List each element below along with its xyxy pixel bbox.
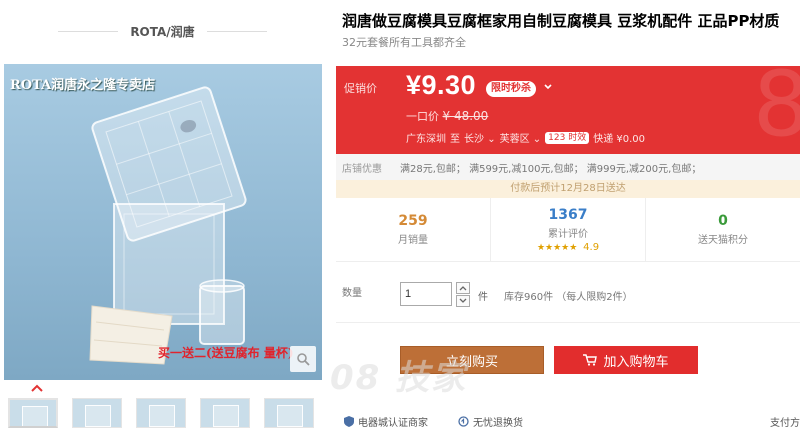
thumbnail-4[interactable] bbox=[200, 398, 250, 428]
add-to-cart-label: 加入购物车 bbox=[603, 354, 669, 370]
chevron-up-icon[interactable] bbox=[31, 384, 43, 392]
tofu-mold-illustration bbox=[89, 86, 247, 365]
thumbnail-image bbox=[277, 405, 303, 427]
certified-seller-label: 电器城认证商家 bbox=[358, 417, 428, 429]
product-subtitle: 32元套餐所有工具都齐全 bbox=[342, 36, 466, 49]
star-rating-icon: ★★★★★ bbox=[536, 242, 578, 253]
monthly-sales-stat: 259 月销量 bbox=[336, 198, 491, 261]
certified-seller[interactable]: 电器城认证商家 bbox=[344, 414, 428, 429]
original-price-label: 一口价 bbox=[406, 110, 439, 123]
rating: ★★★★★ 4.9 bbox=[537, 242, 599, 253]
divider-line bbox=[206, 30, 267, 32]
original-price: 一口价 ¥ 48.00 bbox=[406, 108, 488, 124]
quantity-input[interactable] bbox=[400, 282, 452, 306]
reviews-value: 1367 bbox=[548, 206, 588, 223]
rating-score: 4.9 bbox=[583, 241, 600, 253]
thumbnail-image bbox=[85, 405, 111, 427]
thumbnail-5[interactable] bbox=[264, 398, 314, 428]
divider bbox=[336, 322, 800, 323]
chevron-up-icon bbox=[459, 286, 467, 291]
shop-promo-label: 店铺优惠 bbox=[342, 163, 382, 175]
original-price-value: ¥ 48.00 bbox=[442, 109, 489, 123]
payment-methods[interactable]: 支付方 bbox=[770, 414, 800, 429]
points-label: 送天猫积分 bbox=[698, 235, 748, 246]
main-product-image[interactable]: ROTA润唐永之隆专卖店 买一送二(送豆腐布 量杯) bbox=[4, 64, 322, 380]
divider-line bbox=[58, 30, 119, 32]
district-value: 芙蓉区 bbox=[499, 134, 530, 145]
quantity-decrease-button[interactable] bbox=[456, 295, 470, 307]
promo-price-label: 促销价 bbox=[344, 82, 377, 95]
store-name[interactable]: ROTA/润唐 bbox=[130, 23, 194, 40]
flash-sale-badge[interactable]: 限时秒杀 bbox=[486, 81, 536, 97]
promo-price: ¥9.30 bbox=[406, 70, 477, 100]
monthly-sales-label: 月销量 bbox=[398, 235, 428, 246]
service-assurances: 电器城认证商家 无忧退换货 支付方 bbox=[344, 414, 800, 429]
product-info: 润唐做豆腐模具豆腐框家用自制豆腐模具 豆浆机配件 正品PP材质 32元套餐所有工… bbox=[336, 0, 800, 429]
quantity-label: 数量 bbox=[342, 288, 362, 299]
gift-promo-text: 买一送二(送豆腐布 量杯) bbox=[158, 346, 294, 360]
store-banner-text: ROTA润唐永之隆专卖店 bbox=[10, 78, 156, 93]
product-title: 润唐做豆腐模具豆腐框家用自制豆腐模具 豆浆机配件 正品PP材质 bbox=[342, 12, 780, 30]
quantity-unit: 件 bbox=[478, 292, 488, 303]
city-value: 长沙 bbox=[464, 134, 484, 145]
easy-return[interactable]: 无忧退换货 bbox=[458, 414, 523, 429]
shield-icon bbox=[344, 415, 354, 427]
thumbnail-3[interactable] bbox=[136, 398, 186, 428]
shop-promotions: 店铺优惠 满28元,包邮； 满599元,减100元,包邮； 满999元,减200… bbox=[336, 154, 800, 180]
shop-promo-text: 满28元,包邮； 满599元,减100元,包邮； 满999元,减200元,包邮； bbox=[400, 163, 702, 175]
city-select[interactable]: 长沙 ⌄ bbox=[464, 130, 496, 145]
price-panel: 8 促销价 ¥9.30 限时秒杀 一口价 ¥ 48.00 广东深圳 至 长沙 ⌄… bbox=[336, 66, 800, 154]
reviews-stat[interactable]: 1367 累计评价 ★★★★★ 4.9 bbox=[491, 198, 646, 261]
thumbnail-1[interactable] bbox=[8, 398, 58, 428]
reviews-label: 累计评价 bbox=[548, 228, 588, 240]
chevron-down-icon bbox=[459, 298, 467, 303]
ship-to-word: 至 bbox=[450, 134, 460, 145]
return-icon bbox=[458, 415, 469, 427]
stock-info: 库存960件 （每人限购2件） bbox=[504, 292, 633, 303]
thumbnail-image bbox=[149, 405, 175, 427]
decorative-background-glyph: 8 bbox=[752, 66, 800, 154]
product-gallery: ROTA/润唐 ROTA润唐永之隆专卖店 买一送二(送豆腐布 量杯) bbox=[0, 0, 325, 428]
chevron-down-icon: ⌄ bbox=[532, 134, 542, 145]
zoom-button[interactable] bbox=[290, 346, 316, 372]
buy-now-button[interactable]: 立刻购买 bbox=[400, 346, 544, 374]
cart-icon bbox=[583, 354, 598, 366]
add-to-cart-button[interactable]: 加入购物车 bbox=[554, 346, 698, 374]
ship-from: 广东深圳 bbox=[406, 134, 446, 145]
delivery-estimate: 付款后预计12月28日送达 bbox=[336, 180, 800, 198]
monthly-sales-value: 259 bbox=[398, 213, 428, 229]
district-select[interactable]: 芙蓉区 ⌄ bbox=[500, 130, 542, 145]
magnifier-icon bbox=[297, 353, 310, 366]
thumbnail-image bbox=[213, 405, 239, 427]
payment-methods-label: 支付方 bbox=[770, 417, 800, 429]
easy-return-label: 无忧退换货 bbox=[473, 417, 523, 429]
chevron-down-icon[interactable] bbox=[543, 82, 553, 92]
product-stats: 259 月销量 1367 累计评价 ★★★★★ 4.9 0 送天猫积分 bbox=[336, 198, 800, 262]
shipping-fee: 快递 ¥0.00 bbox=[593, 134, 646, 145]
points-value: 0 bbox=[718, 213, 728, 229]
store-header: ROTA/润唐 bbox=[0, 0, 325, 62]
thumbnail-2[interactable] bbox=[72, 398, 122, 428]
thumbnail-strip bbox=[8, 398, 318, 428]
delivery-timing-badge: 123 时效 bbox=[545, 131, 590, 144]
shipping-info: 广东深圳 至 长沙 ⌄ 芙蓉区 ⌄ 123 时效 快递 ¥0.00 bbox=[406, 130, 645, 145]
points-stat: 0 送天猫积分 bbox=[646, 198, 800, 261]
chevron-down-icon: ⌄ bbox=[487, 134, 496, 145]
thumbnail-image bbox=[22, 406, 48, 426]
quantity-increase-button[interactable] bbox=[456, 282, 470, 294]
